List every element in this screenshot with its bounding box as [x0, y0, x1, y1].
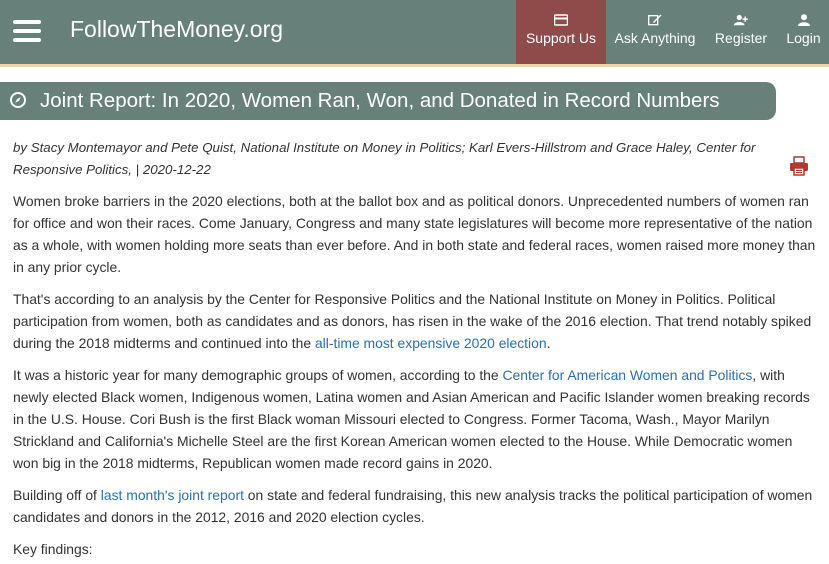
edit-icon	[648, 14, 662, 26]
nav-register-label: Register	[714, 30, 768, 46]
nav-login[interactable]: Login	[778, 0, 829, 64]
user-icon	[797, 14, 810, 26]
article-paragraph-1: Women broke barriers in the 2020 electio…	[13, 193, 816, 275]
article-paragraph-2: That's according to an analysis by the C…	[13, 288, 821, 354]
article-title-bar: Joint Report: In 2020, Women Ran, Won, a…	[0, 82, 776, 120]
top-navbar: FollowTheMoney.org Support Us Ask Anythi…	[0, 0, 829, 67]
paragraph-4-text: Building off of	[13, 487, 101, 503]
nav-ask-label: Ask Anything	[614, 30, 696, 46]
nav-register[interactable]: Register	[704, 0, 778, 64]
article-title: Joint Report: In 2020, Women Ran, Won, a…	[40, 89, 720, 112]
article-paragraph-3: It was a historic year for many demograp…	[13, 364, 821, 474]
site-brand-link[interactable]: FollowTheMoney.org	[70, 16, 283, 43]
compass-icon	[10, 92, 26, 108]
article-byline: by Stacy Montemayor and Pete Quist, Nati…	[13, 140, 756, 177]
hamburger-menu-icon[interactable]	[13, 20, 41, 42]
link-all-time-expensive-election[interactable]: all-time most expensive 2020 election	[315, 335, 547, 351]
print-icon[interactable]	[789, 156, 809, 176]
link-center-american-women-politics[interactable]: Center for American Women and Politics	[503, 367, 753, 383]
link-last-month-joint-report[interactable]: last month's joint report	[101, 487, 244, 503]
article-paragraph-4: Building off of last month's joint repor…	[13, 484, 821, 528]
nav-ask-anything[interactable]: Ask Anything	[606, 0, 704, 64]
nav-login-label: Login	[786, 30, 821, 46]
key-findings-label: Key findings:	[13, 541, 93, 557]
paragraph-2-end: .	[546, 335, 551, 351]
nav-support-us[interactable]: Support Us	[516, 0, 606, 64]
nav-support-label: Support Us	[525, 30, 597, 46]
paragraph-3-text: It was a historic year for many demograp…	[13, 367, 503, 383]
card-icon	[554, 14, 568, 26]
add-user-icon	[734, 14, 748, 26]
